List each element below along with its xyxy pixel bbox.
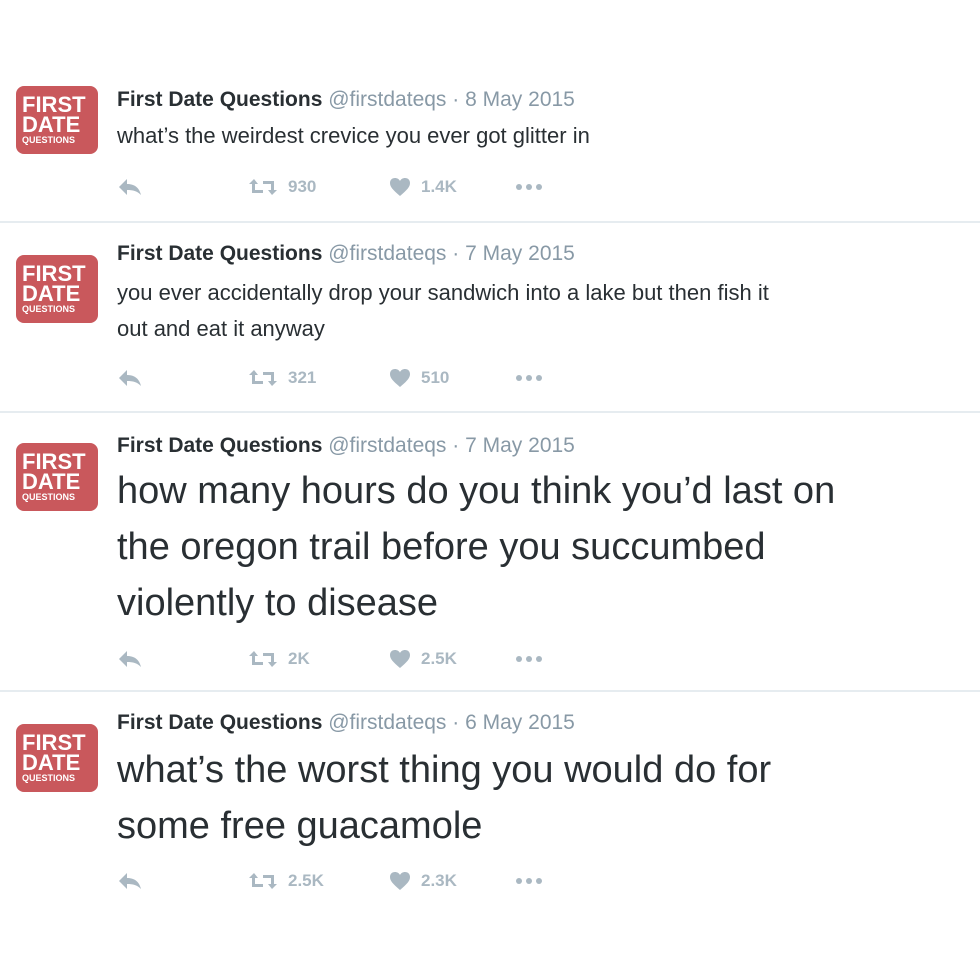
author-handle[interactable]: @firstdateqs xyxy=(328,88,446,111)
more-icon xyxy=(516,656,542,662)
retweet-count: 930 xyxy=(288,177,317,196)
retweet-button[interactable]: 2K xyxy=(248,644,310,674)
more-button[interactable] xyxy=(516,172,542,202)
tweet[interactable]: FIRST DATE QUESTIONS First Date Question… xyxy=(0,223,980,411)
like-count: 1.4K xyxy=(421,177,457,196)
like-count: 510 xyxy=(421,368,450,387)
avatar-text-questions: QUESTIONS xyxy=(22,135,76,145)
avatar-text-date: DATE xyxy=(22,469,81,494)
more-button[interactable] xyxy=(516,363,542,393)
heart-icon xyxy=(390,178,410,196)
avatar-text-questions: QUESTIONS xyxy=(22,773,76,783)
tweet-text: what’s the weirdest crevice you ever got… xyxy=(117,118,590,154)
meta-separator: · xyxy=(452,711,460,734)
reply-button[interactable] xyxy=(117,172,143,202)
tweet-header: First Date Questions @firstdateqs · 6 Ma… xyxy=(117,710,575,736)
tweet-text: what’s the worst thing you would do for … xyxy=(117,742,771,854)
like-count: 2.5K xyxy=(421,649,457,668)
author-handle[interactable]: @firstdateqs xyxy=(328,242,446,265)
author-name[interactable]: First Date Questions xyxy=(117,88,322,111)
heart-icon xyxy=(390,369,410,387)
retweet-icon xyxy=(249,873,277,889)
avatar-text-questions: QUESTIONS xyxy=(22,304,76,314)
tweet-text-line: violently to disease xyxy=(117,582,439,624)
like-button[interactable]: 2.3K xyxy=(389,866,457,896)
tweet-feed: FIRST DATE QUESTIONS First Date Question… xyxy=(0,0,980,980)
reply-button[interactable] xyxy=(117,866,143,896)
avatar[interactable]: FIRST DATE QUESTIONS xyxy=(16,86,98,154)
tweet-header: First Date Questions @firstdateqs · 8 Ma… xyxy=(117,87,575,113)
author-name[interactable]: First Date Questions xyxy=(117,711,322,734)
meta-separator: · xyxy=(452,434,460,457)
meta-separator: · xyxy=(452,88,460,111)
retweet-icon xyxy=(249,651,277,667)
more-icon xyxy=(516,878,542,884)
avatar-text-date: DATE xyxy=(22,112,81,137)
avatar[interactable]: FIRST DATE QUESTIONS xyxy=(16,443,98,511)
avatar-text-questions: QUESTIONS xyxy=(22,492,76,502)
author-name[interactable]: First Date Questions xyxy=(117,434,322,457)
tweet-date[interactable]: 7 May 2015 xyxy=(465,434,575,457)
author-handle[interactable]: @firstdateqs xyxy=(328,711,446,734)
reply-icon xyxy=(119,179,141,195)
avatar[interactable]: FIRST DATE QUESTIONS xyxy=(16,724,98,792)
retweet-button[interactable]: 930 xyxy=(248,172,316,202)
tweet-text: how many hours do you think you’d last o… xyxy=(117,463,835,631)
more-button[interactable] xyxy=(516,644,542,674)
tweet-date[interactable]: 8 May 2015 xyxy=(465,88,575,111)
like-count: 2.3K xyxy=(421,871,457,890)
like-button[interactable]: 1.4K xyxy=(389,172,457,202)
tweet-text-line: the oregon trail before you succumbed xyxy=(117,526,766,568)
more-button[interactable] xyxy=(516,866,542,896)
retweet-button[interactable]: 321 xyxy=(248,363,316,393)
tweet-date[interactable]: 6 May 2015 xyxy=(465,711,575,734)
tweet-actions: 2K 2.5K xyxy=(0,644,980,674)
reply-icon xyxy=(119,651,141,667)
tweet-text-line: you ever accidentally drop your sandwich… xyxy=(117,280,769,305)
retweet-count: 2.5K xyxy=(288,871,324,890)
avatar-text-date: DATE xyxy=(22,281,81,306)
retweet-icon xyxy=(249,179,277,195)
tweet-date[interactable]: 7 May 2015 xyxy=(465,242,575,265)
reply-icon xyxy=(119,370,141,386)
retweet-count: 2K xyxy=(288,649,310,668)
retweet-icon xyxy=(249,370,277,386)
heart-icon xyxy=(390,872,410,890)
author-handle[interactable]: @firstdateqs xyxy=(328,434,446,457)
retweet-button[interactable]: 2.5K xyxy=(248,866,324,896)
retweet-count: 321 xyxy=(288,368,317,387)
tweet-header: First Date Questions @firstdateqs · 7 Ma… xyxy=(117,433,575,459)
avatar[interactable]: FIRST DATE QUESTIONS xyxy=(16,255,98,323)
reply-icon xyxy=(119,873,141,889)
avatar-text-date: DATE xyxy=(22,750,81,775)
more-icon xyxy=(516,375,542,381)
tweet-text-line: what’s the weirdest crevice you ever got… xyxy=(117,123,590,148)
reply-button[interactable] xyxy=(117,644,143,674)
tweet-text-line: some free guacamole xyxy=(117,805,483,847)
heart-icon xyxy=(390,650,410,668)
tweet-actions: 321 510 xyxy=(0,363,980,393)
tweet-text-line: what’s the worst thing you would do for xyxy=(117,749,772,791)
like-button[interactable]: 510 xyxy=(389,363,449,393)
tweet[interactable]: FIRST DATE QUESTIONS First Date Question… xyxy=(0,0,980,222)
tweet-text-line: out and eat it anyway xyxy=(117,316,325,341)
tweet-header: First Date Questions @firstdateqs · 7 Ma… xyxy=(117,241,575,267)
author-name[interactable]: First Date Questions xyxy=(117,242,322,265)
tweet-text: you ever accidentally drop your sandwich… xyxy=(117,275,769,347)
tweet[interactable]: FIRST DATE QUESTIONS First Date Question… xyxy=(0,413,980,691)
tweet-actions: 930 1.4K xyxy=(0,172,980,202)
reply-button[interactable] xyxy=(117,363,143,393)
tweet-text-line: how many hours do you think you’d last o… xyxy=(117,470,836,512)
like-button[interactable]: 2.5K xyxy=(389,644,457,674)
more-icon xyxy=(516,184,542,190)
tweet-actions: 2.5K 2.3K xyxy=(0,866,980,896)
meta-separator: · xyxy=(452,242,460,265)
tweet[interactable]: FIRST DATE QUESTIONS First Date Question… xyxy=(0,692,980,980)
